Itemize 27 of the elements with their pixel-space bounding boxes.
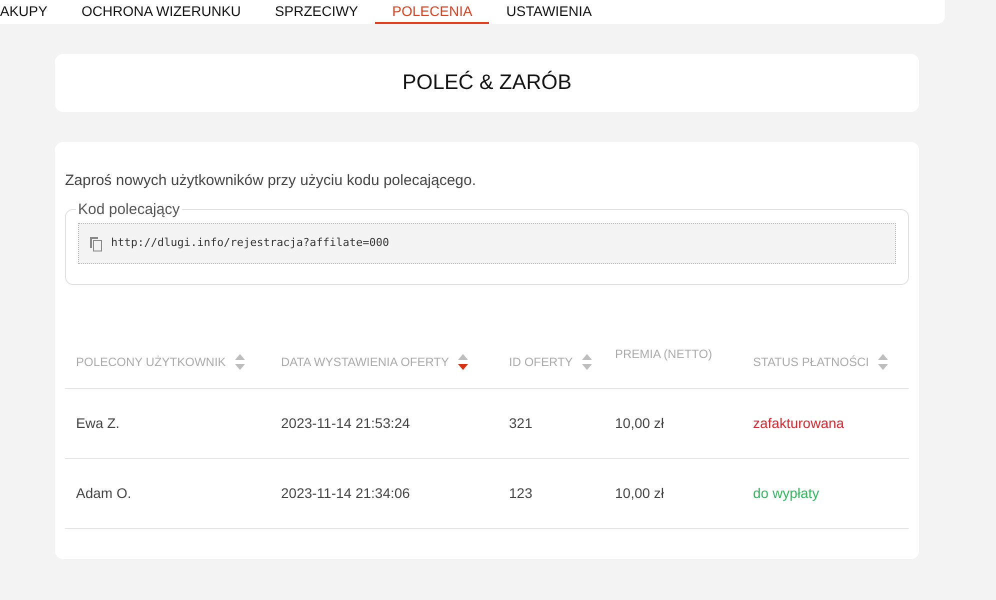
copy-icon[interactable] <box>89 236 103 252</box>
legend-label: Kod polecający <box>77 200 181 220</box>
column-header: ID OFERTY <box>509 354 573 370</box>
referral-link: http://dlugi.info/rejestracja?affilate=000 <box>111 235 390 252</box>
table-cell: 2023-11-14 21:53:24 <box>281 415 410 431</box>
status-text: do wypłaty <box>753 485 820 501</box>
table-cell: 321 <box>509 415 532 431</box>
table-cell: 123 <box>509 485 532 501</box>
column-header: STATUS PŁATNOŚCI <box>753 354 870 370</box>
sort-icon[interactable] <box>457 352 470 370</box>
intro-text: Zaproś nowych użytkowników przy użyciu kodu polecającego. <box>65 171 478 191</box>
code-field[interactable]: http://dlugi.info/rejestracja?affilate=000 <box>78 223 896 264</box>
column-header: PREMIA (NETTO) <box>615 346 712 363</box>
table-cell: 10,00 zł <box>615 485 664 501</box>
table-cell: 10,00 zł <box>615 415 664 431</box>
column-header: POLECONY UŻYTKOWNIK <box>76 354 226 370</box>
status-text: zafakturowana <box>753 415 844 431</box>
column-header: DATA WYSTAWIENIA OFERTY <box>281 354 450 370</box>
table-cell: Ewa Z. <box>76 415 120 431</box>
nav-tab[interactable]: OCHRONA WIZERUNKU <box>64 0 258 24</box>
nav-tab[interactable]: AKUPY <box>0 0 64 24</box>
table-cell: 2023-11-14 21:34:06 <box>281 485 410 501</box>
table-cell: Adam O. <box>76 485 132 501</box>
nav-tab[interactable]: USTAWIENIA <box>489 0 609 24</box>
nav-tab[interactable]: POLECENIA <box>375 0 490 24</box>
nav-tab[interactable]: SPRZECIWY <box>258 0 376 24</box>
page-title: POLEĆ & ZARÓB <box>402 70 572 96</box>
